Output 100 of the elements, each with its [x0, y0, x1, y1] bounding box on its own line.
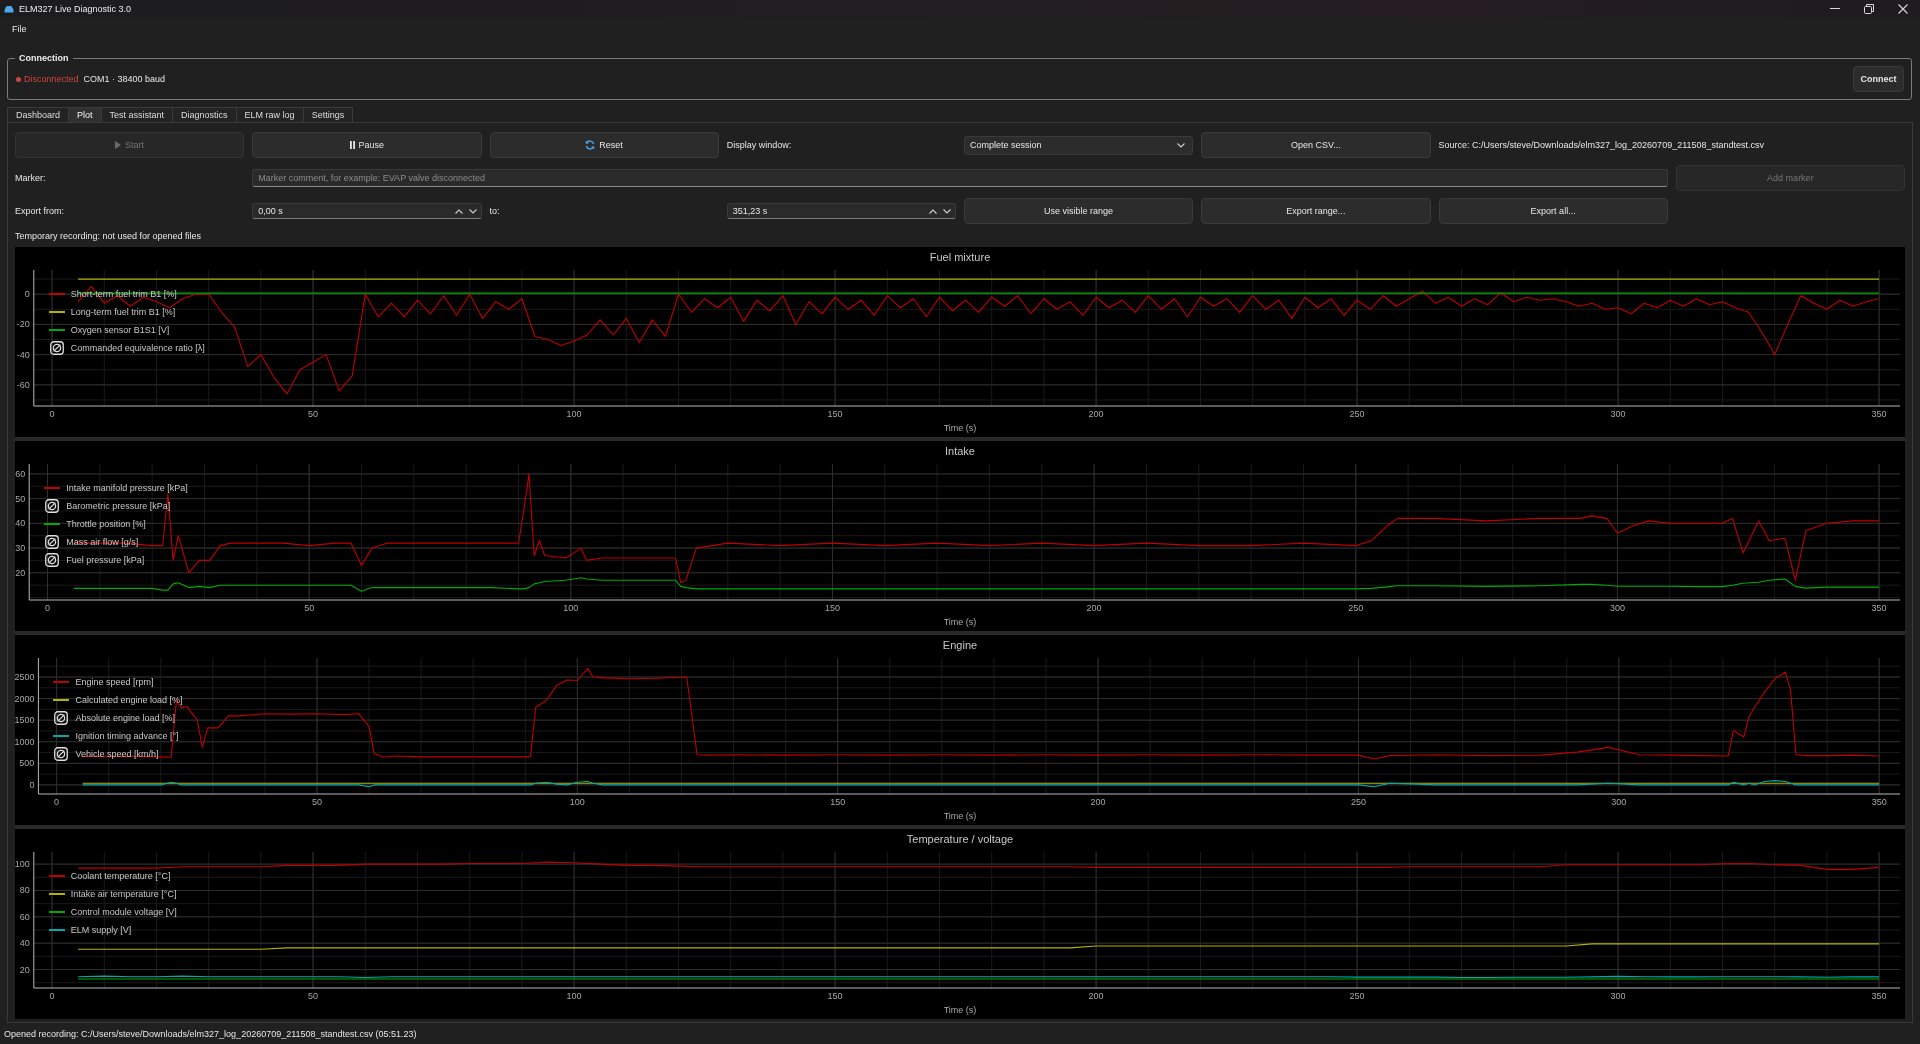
- legend-label: Short-term fuel trim B1 [%]: [70, 289, 177, 299]
- tick-label: 150: [827, 409, 843, 419]
- crossed-circle-icon: [49, 341, 64, 355]
- field-label: Export from:: [15, 206, 65, 216]
- legend-label: Intake air temperature [°C]: [70, 889, 177, 899]
- export-range-button[interactable]: Export range...: [1201, 198, 1431, 224]
- axis-title: Time (s): [943, 1004, 977, 1017]
- legend-label: Ignition timing advance [°]: [75, 731, 179, 741]
- tick-label: 350: [1871, 991, 1887, 1001]
- tick-label: -20: [16, 319, 30, 330]
- tick-label: 80: [19, 885, 30, 896]
- tick-label: 0: [49, 409, 55, 419]
- legend-label: Throttle position [%]: [66, 519, 146, 529]
- legend-label: Commanded equivalence ratio [λ]: [70, 343, 205, 353]
- legend-label: Fuel pressure [kPa]: [66, 555, 145, 565]
- field-label: to:: [489, 206, 501, 216]
- field-label: Display window:: [726, 140, 793, 150]
- minimize-icon: [1830, 8, 1840, 9]
- legend-label: Engine speed [rpm]: [75, 677, 154, 687]
- tick-label: 250: [1349, 409, 1365, 419]
- port-label: COM1 · 38400 baud: [83, 74, 166, 84]
- legend-label: Coolant temperature [°C]: [70, 871, 171, 881]
- tick-label: 40: [19, 938, 30, 949]
- reset-button[interactable]: Reset: [489, 132, 719, 158]
- export-all-button[interactable]: Export all...: [1438, 198, 1668, 224]
- tick-label: 20: [19, 964, 30, 975]
- tick-label: 30: [15, 543, 26, 554]
- tab[interactable]: Dashboard: [7, 107, 70, 122]
- chart-title: Fuel mixture: [929, 250, 991, 265]
- crossed-circle-icon: [54, 711, 69, 725]
- crossed-circle-icon: [45, 499, 60, 513]
- tick-label: 20: [15, 567, 26, 578]
- tick-label: 300: [1609, 603, 1625, 613]
- tick-label: 1500: [15, 715, 35, 726]
- tick-label: 60: [15, 468, 26, 479]
- chevron-down-icon: [943, 208, 951, 214]
- legend-label: Calculated engine load [%]: [75, 695, 183, 705]
- time-spinbox[interactable]: 351,23 s: [726, 203, 956, 219]
- field-label: Marker:: [15, 173, 47, 183]
- note-text: Temporary recording: not used for opened files: [15, 230, 202, 242]
- tick-label: 0: [45, 603, 50, 613]
- marker-field[interactable]: Marker comment, for example: EVAP valve disconnected: [252, 169, 1668, 187]
- status-text: Opened recording: C:/Users/steve/Downloads/elm327_log_20260709_211508_standtest.csv (05:51.23): [3, 1028, 417, 1041]
- tab[interactable]: Plot: [68, 107, 102, 122]
- tick-label: -60: [16, 379, 30, 390]
- pause-icon: [349, 141, 355, 149]
- chevron-up-icon: [929, 208, 937, 214]
- tick-label: 100: [15, 859, 30, 870]
- chart-title: Intake: [945, 444, 975, 459]
- source-path: Source: C:/Users/steve/Downloads/elm327_log_20260709_211508_standtest.csv: [1438, 140, 1766, 150]
- tick-label: 300: [1611, 797, 1627, 807]
- tick-label: 0: [24, 289, 30, 300]
- open-csv-button[interactable]: Open CSV...: [1201, 132, 1431, 158]
- chevron-down-icon: [468, 208, 477, 214]
- tick-label: 150: [830, 797, 846, 807]
- tick-label: 250: [1349, 991, 1365, 1001]
- chart-title: Engine: [942, 638, 978, 653]
- legend-label: Oxygen sensor B1S1 [V]: [70, 325, 170, 335]
- tick-label: 0: [54, 797, 60, 807]
- group-title: Connection: [18, 52, 70, 65]
- axis-title: Time (s): [943, 422, 977, 435]
- tick-label: 350: [1871, 603, 1887, 613]
- tick-label: 500: [19, 758, 35, 769]
- legend-label: Intake manifold pressure [kPa]: [66, 483, 188, 493]
- play-icon: [115, 141, 122, 149]
- tick-label: 60: [19, 911, 30, 922]
- legend-label: Control module voltage [V]: [70, 907, 177, 917]
- window-title: ELM327 Live Diagnostic 3.0: [19, 3, 132, 14]
- pause-button[interactable]: Pause: [252, 132, 482, 158]
- legend-label: Long-term fuel trim B1 [%]: [70, 307, 176, 317]
- tab[interactable]: ELM raw log: [235, 107, 304, 122]
- crossed-circle-icon: [54, 747, 69, 761]
- tick-label: 0: [29, 779, 35, 790]
- tick-label: -40: [16, 349, 30, 360]
- legend-label: ELM supply [V]: [70, 925, 132, 935]
- refresh-icon: [585, 140, 596, 150]
- connect-button[interactable]: Connect: [1853, 66, 1904, 92]
- axis-title: Time (s): [943, 616, 977, 629]
- tick-label: 40: [15, 518, 26, 529]
- close-icon: [1898, 3, 1908, 14]
- tick-label: 200: [1086, 603, 1102, 613]
- tick-label: 100: [566, 409, 582, 419]
- tab[interactable]: Diagnostics: [172, 107, 237, 122]
- tick-label: 150: [824, 603, 840, 613]
- restore-icon: [1864, 3, 1874, 14]
- use-visible-range-button[interactable]: Use visible range: [964, 198, 1194, 224]
- menu-item[interactable]: File: [9, 22, 30, 35]
- tick-label: 250: [1348, 603, 1364, 613]
- tick-label: 0: [49, 991, 55, 1001]
- tick-label: 1000: [15, 736, 35, 747]
- legend-label: Absolute engine load [%]: [75, 713, 175, 723]
- tick-label: 50: [308, 991, 319, 1001]
- tick-label: 200: [1088, 409, 1104, 419]
- tick-label: 2500: [15, 672, 35, 682]
- display-window-dropdown[interactable]: Complete session: [964, 135, 1194, 155]
- tab[interactable]: Settings: [302, 107, 354, 122]
- time-spinbox[interactable]: 0,00 s: [252, 203, 482, 219]
- crossed-circle-icon: [45, 553, 60, 567]
- tick-label: 200: [1088, 991, 1104, 1001]
- chevron-down-icon: [1177, 142, 1186, 148]
